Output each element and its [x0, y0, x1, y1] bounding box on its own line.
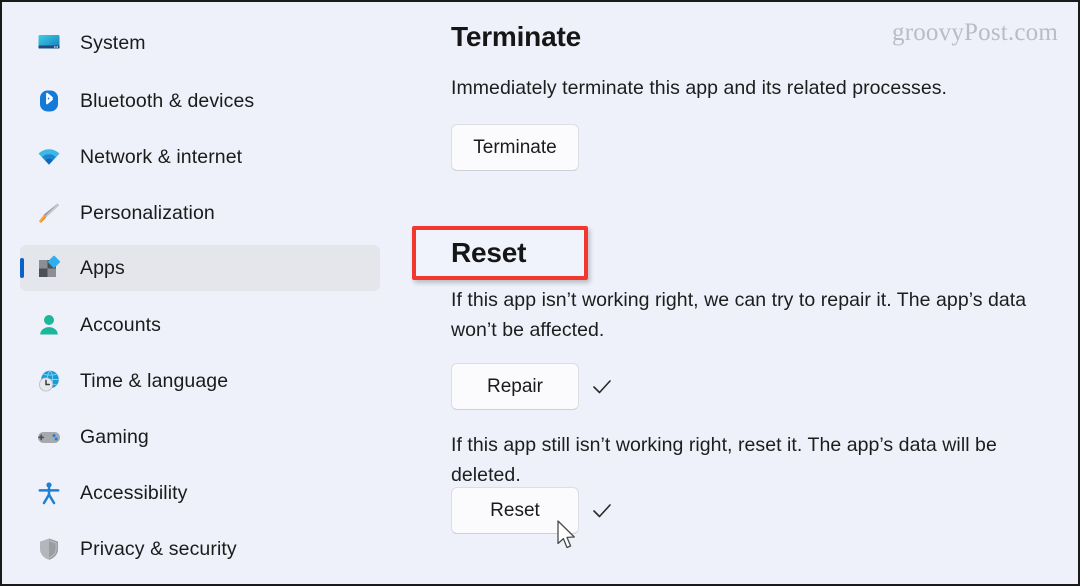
repair-description: If this app isn’t working right, we can …	[451, 289, 1027, 341]
person-icon	[36, 312, 62, 338]
paintbrush-icon	[36, 200, 62, 226]
settings-content-pane: groovyPost.com Terminate Immediately ter…	[406, 2, 1078, 584]
selection-indicator	[20, 258, 24, 278]
sidebar-item-label: Accessibility	[80, 481, 188, 504]
sidebar-item-personalization[interactable]: Personalization	[20, 190, 380, 236]
repair-button[interactable]: Repair	[451, 363, 579, 410]
sidebar-item-label: Gaming	[80, 425, 149, 448]
sidebar-item-privacy-security[interactable]: Privacy & security	[20, 526, 380, 572]
sidebar-item-label: Network & internet	[80, 145, 243, 168]
sidebar-item-label: Apps	[80, 256, 125, 279]
settings-window: System Bluetooth & devices Network & int…	[0, 0, 1080, 586]
bluetooth-icon	[36, 88, 62, 114]
sidebar-item-apps[interactable]: Apps	[20, 245, 380, 291]
shield-icon	[36, 536, 62, 562]
sidebar-item-label: System	[80, 31, 146, 54]
sidebar-item-network-internet[interactable]: Network & internet	[20, 134, 380, 180]
reset-check-icon	[589, 498, 615, 524]
sidebar-item-accounts[interactable]: Accounts	[20, 302, 380, 348]
settings-sidebar: System Bluetooth & devices Network & int…	[2, 2, 406, 584]
watermark: groovyPost.com	[892, 19, 1058, 46]
repair-check-icon	[589, 374, 615, 400]
sidebar-item-system[interactable]: System	[20, 20, 380, 66]
clock-globe-icon	[36, 368, 62, 394]
sidebar-item-label: Privacy & security	[80, 537, 237, 560]
sidebar-item-label: Bluetooth & devices	[80, 89, 255, 112]
red-annotation-rectangle	[412, 226, 588, 280]
wifi-icon	[36, 144, 62, 170]
sidebar-item-gaming[interactable]: Gaming	[20, 414, 380, 460]
terminate-description: Immediately terminate this app and its r…	[451, 77, 948, 99]
sidebar-item-time-language[interactable]: Time & language	[20, 358, 380, 404]
accessibility-icon	[36, 480, 62, 506]
sidebar-item-label: Accounts	[80, 313, 162, 336]
gamepad-icon	[36, 424, 62, 450]
reset-description: If this app still isn’t working right, r…	[451, 434, 997, 486]
monitor-icon	[36, 30, 62, 56]
sidebar-item-bluetooth-devices[interactable]: Bluetooth & devices	[20, 78, 380, 124]
mouse-cursor	[556, 520, 578, 552]
apps-icon	[36, 255, 62, 281]
terminate-button[interactable]: Terminate	[451, 124, 579, 171]
sidebar-item-label: Personalization	[80, 201, 215, 224]
terminate-heading: Terminate	[451, 21, 581, 52]
sidebar-item-label: Time & language	[80, 369, 229, 392]
sidebar-item-accessibility[interactable]: Accessibility	[20, 470, 380, 516]
